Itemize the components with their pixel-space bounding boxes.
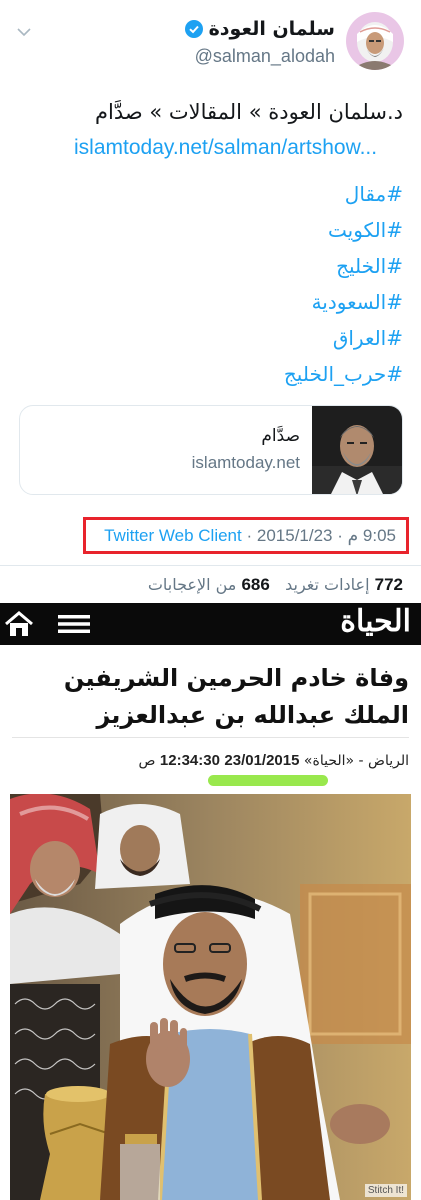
- card-title: صدَّام: [261, 426, 300, 446]
- tweet-text: د.سلمان العودة » المقالات » صدَّام: [94, 100, 403, 124]
- tweet-date: 2015/1/23: [256, 526, 333, 545]
- client-link[interactable]: Twitter Web Client: [104, 526, 242, 545]
- likes-count[interactable]: 686: [241, 575, 269, 594]
- hashtag[interactable]: #الخليج: [103, 248, 403, 284]
- hashtag[interactable]: #العراق: [103, 320, 403, 356]
- divider: [0, 565, 421, 566]
- tweet-time: 9:05 م: [347, 526, 396, 545]
- tweet-stats: 772 إعادات تغريد 686 من الإعجابات: [148, 575, 403, 595]
- article-dateline: الرياض - «الحياة» 23/01/2015 12:34:30 ص: [139, 752, 410, 769]
- tweet-link[interactable]: islamtoday.net/salman/artshow...: [74, 136, 377, 160]
- menu-icon[interactable]: [58, 614, 90, 634]
- hashtag[interactable]: #السعودية: [103, 284, 403, 320]
- verified-badge-icon: [184, 20, 203, 38]
- hashtag[interactable]: #حرب_الخليج: [103, 356, 403, 392]
- author-name-row[interactable]: سلمان العودة: [184, 18, 335, 40]
- hashtag[interactable]: #مقال: [103, 176, 403, 212]
- article-ampm: ص: [138, 753, 156, 769]
- meta-separator: ·: [246, 526, 253, 545]
- stitch-watermark: Stitch It!: [364, 1184, 407, 1197]
- likes-label: من الإعجابات: [147, 575, 237, 594]
- site-header-bar: الحياة: [0, 603, 421, 645]
- avatar[interactable]: [346, 12, 404, 70]
- green-marker-underline: [208, 775, 328, 786]
- meta-separator: ·: [337, 526, 343, 545]
- user-handle[interactable]: @salman_alodah: [195, 46, 335, 67]
- article-photo: Stitch It!: [10, 794, 411, 1200]
- card-thumbnail: [312, 406, 402, 494]
- highlighted-timestamp-box: Twitter Web Client · 2015/1/23 · 9:05 م: [83, 517, 409, 554]
- display-name: سلمان العودة: [208, 18, 335, 40]
- dateline-source: الرياض - «الحياة»: [303, 753, 409, 769]
- tweet: سلمان العودة @salman_alodah د.سلمان العو…: [0, 0, 421, 603]
- article-date: 23/01/2015: [224, 752, 300, 769]
- link-preview-card[interactable]: صدَّام islamtoday.net: [19, 405, 403, 495]
- retweets-label: إعادات تغريد: [285, 575, 370, 594]
- card-domain: islamtoday.net: [191, 453, 300, 472]
- article-time: 12:34:30: [159, 752, 220, 769]
- hashtag[interactable]: #الكويت: [103, 212, 403, 248]
- home-icon[interactable]: [4, 611, 34, 637]
- article-headline: وفاة خادم الحرمين الشريفين الملك عبدالله…: [63, 664, 409, 729]
- retweets-count[interactable]: 772: [375, 575, 403, 594]
- divider: [12, 737, 409, 738]
- site-logo[interactable]: الحياة: [340, 604, 411, 639]
- hashtag-list: #مقال #الكويت #الخليج #السعودية #العراق …: [103, 176, 403, 392]
- tweet-timestamp: Twitter Web Client · 2015/1/23 · 9:05 م: [104, 526, 396, 546]
- chevron-down-icon[interactable]: [16, 24, 32, 40]
